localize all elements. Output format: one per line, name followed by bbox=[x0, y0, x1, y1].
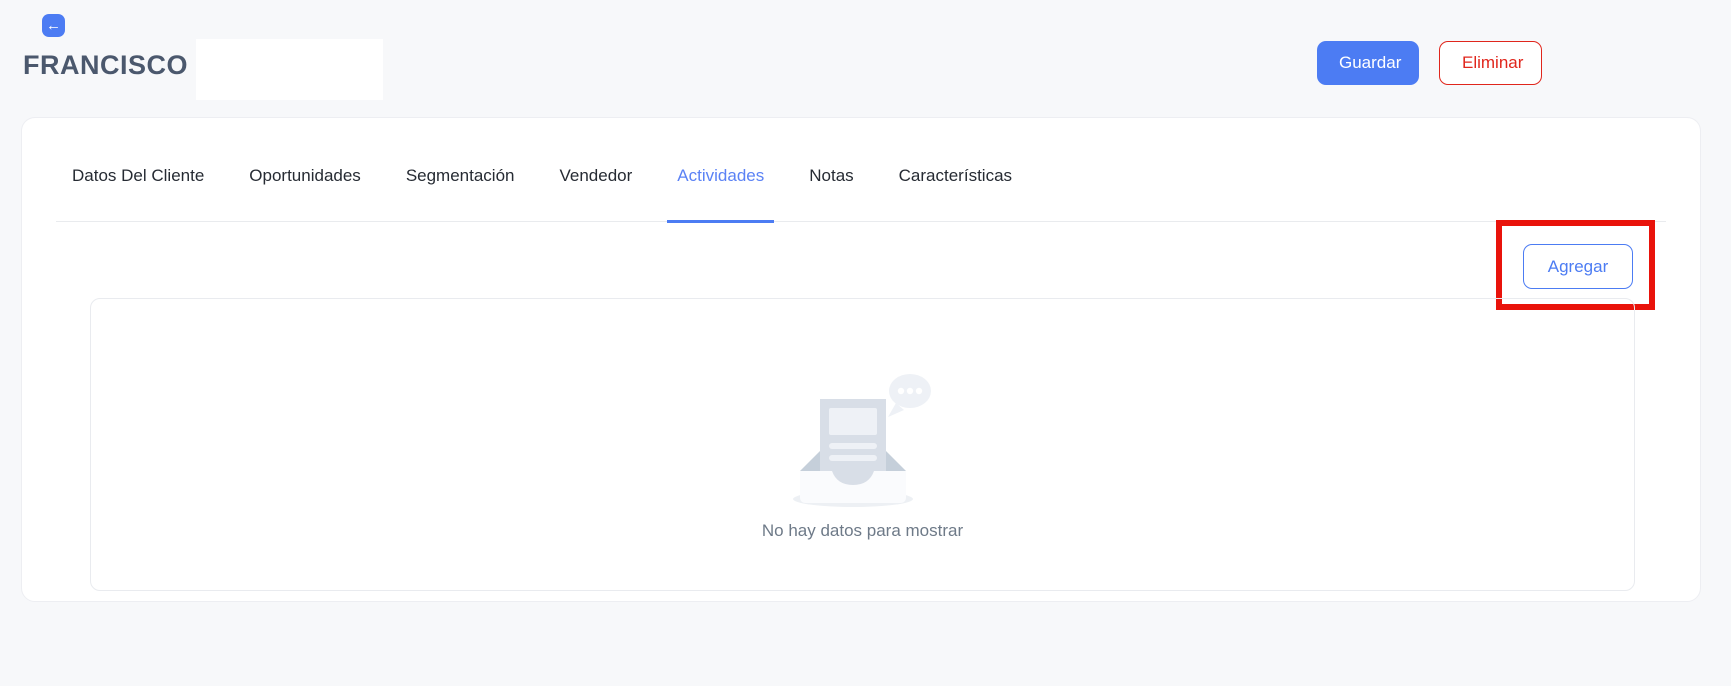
tab-vendedor[interactable]: Vendedor bbox=[550, 166, 643, 223]
tab-actividades[interactable]: Actividades bbox=[667, 166, 774, 223]
empty-inbox-icon bbox=[788, 369, 938, 507]
add-button[interactable]: Agregar bbox=[1523, 244, 1633, 289]
tab-notas[interactable]: Notas bbox=[799, 166, 863, 223]
document-icon bbox=[820, 399, 886, 471]
tab-caracter-sticas[interactable]: Características bbox=[889, 166, 1022, 223]
back-button[interactable]: ← bbox=[42, 14, 65, 37]
arrow-left-icon: ← bbox=[46, 15, 61, 36]
redacted-area bbox=[196, 39, 383, 100]
save-button[interactable]: Guardar bbox=[1317, 41, 1419, 85]
delete-button[interactable]: Eliminar bbox=[1439, 41, 1542, 85]
chat-bubble-icon bbox=[888, 374, 931, 417]
client-detail-card: Datos Del Cliente Oportunidades Segmentaci… bbox=[21, 117, 1701, 602]
empty-state-message: No hay datos para mostrar bbox=[762, 521, 963, 541]
empty-state-panel: No hay datos para mostrar bbox=[90, 298, 1635, 591]
tab-oportunidades[interactable]: Oportunidades bbox=[239, 166, 371, 223]
page-title: FRANCISCO bbox=[23, 50, 188, 81]
tab-segmentaci-n[interactable]: Segmentación bbox=[396, 166, 525, 223]
tab-datos-del-cliente[interactable]: Datos Del Cliente bbox=[62, 166, 214, 223]
tabs: Datos Del Cliente Oportunidades Segmentaci… bbox=[56, 118, 1666, 222]
